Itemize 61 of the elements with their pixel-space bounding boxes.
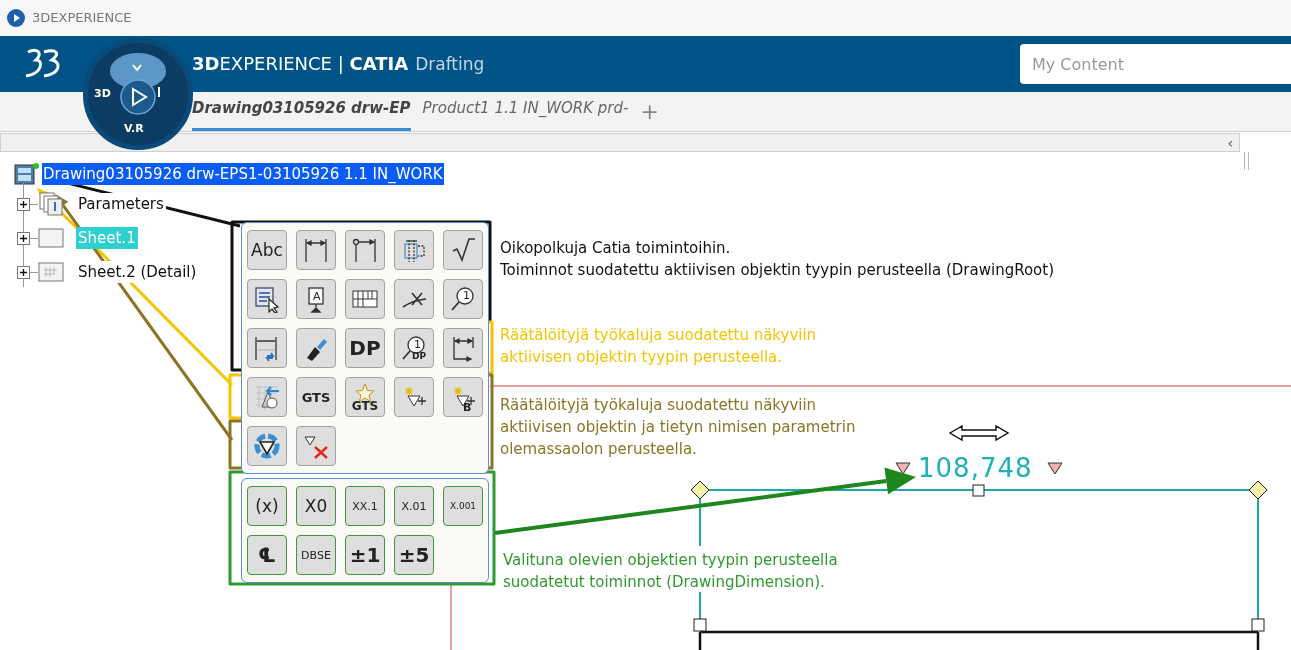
compass-label: V.R (124, 121, 144, 137)
dimension-origin-icon (351, 236, 379, 264)
dimension-origin-tool-button[interactable] (345, 230, 385, 270)
callout-text: Valituna olevien objektien tyypin perusteella suodatetut toiminnot (DrawingDimension). (503, 550, 838, 593)
paintbrush-tool-button[interactable] (296, 328, 336, 368)
expand-icon[interactable] (17, 231, 30, 245)
callout-text: Räätälöityjä työkaluja suodatettu näkyviin aktiivisen objektin tyypin perusteella. (500, 325, 817, 368)
app-name: Drafting (415, 53, 485, 77)
tool-button[interactable]: X.001 (443, 486, 483, 526)
dimension-link-tool-button[interactable] (247, 328, 287, 368)
weld-tool-button[interactable] (394, 279, 434, 319)
search-field[interactable]: My Content (1020, 44, 1291, 84)
tool-button[interactable]: GTS (296, 377, 336, 417)
tool-button[interactable]: X0 (296, 486, 336, 526)
tool-button[interactable]: ±1 (345, 535, 385, 575)
callout-text: Oikopolkuja Catia toimintoihin. Toiminnot suodatettu aktiivisen objektin tyypin perusteella (DrawingRoot) (500, 238, 1055, 281)
tool-button[interactable]: X.01 (394, 486, 434, 526)
tree-item[interactable]: Sheet.2 (Detail) (76, 260, 199, 284)
collapse-button[interactable]: ‹ (1227, 134, 1233, 151)
dimension-tool-button[interactable] (296, 230, 336, 270)
table-tool-button[interactable] (345, 279, 385, 319)
table-dimension-tool-button[interactable] (394, 230, 434, 270)
list-cursor-icon (253, 285, 281, 313)
datum-plus-tool-button[interactable]: B (443, 377, 483, 417)
corner-dimension-tool-button[interactable] (443, 328, 483, 368)
detail-sheet-icon (38, 262, 64, 282)
datum-plus-tool-button[interactable] (394, 377, 434, 417)
app-icon (6, 8, 26, 28)
drawing-root-icon (14, 162, 40, 186)
expand-icon[interactable] (17, 265, 30, 279)
balloon-icon (449, 285, 477, 313)
tool-button[interactable]: XX.1 (345, 486, 385, 526)
callout-text: Räätälöityjä työkaluja suodatettu näkyviin aktiivisen objektin ja tietyn nimisen parametrin olemassaolon perusteella. (500, 395, 856, 460)
balloon-icon (400, 334, 428, 362)
tool-button[interactable]: DP (345, 328, 385, 368)
datum-cycle-tool-button[interactable] (247, 426, 287, 466)
balloon-tool-button[interactable]: 1 (443, 279, 483, 319)
datum-delete-tool-button[interactable] (296, 426, 336, 466)
dimension-icon (302, 236, 330, 264)
grid-shapes-icon (253, 383, 281, 411)
document-tab[interactable]: Product1 1.1 IN_WORK prd- (422, 95, 629, 131)
tool-button[interactable]: Abc (247, 230, 287, 270)
text-board-tool-button[interactable]: A (296, 279, 336, 319)
tool-button[interactable]: ℄ (247, 535, 287, 575)
list-cursor-tool-button[interactable] (247, 279, 287, 319)
tool-button[interactable]: ±5 (394, 535, 434, 575)
expand-icon[interactable] (17, 197, 30, 211)
tool-button[interactable]: (x) (247, 486, 287, 526)
grid-shapes-tool-button[interactable] (247, 377, 287, 417)
tool-button[interactable]: DBSE (296, 535, 336, 575)
check-tool-button[interactable] (443, 230, 483, 270)
move-arrows-icon (948, 424, 1010, 442)
compass-label: 3D (94, 86, 111, 102)
window-title: 3DEXPERIENCE (32, 9, 132, 28)
balloon-tool-button[interactable]: 1 DP (394, 328, 434, 368)
product-title: 3DEXPERIENCE | CATIA (192, 52, 409, 77)
parameters-icon (38, 192, 64, 216)
star-tool-button[interactable]: GTS (345, 377, 385, 417)
sheet-icon (38, 228, 64, 248)
tree-item[interactable]: Drawing03105926 drw-EPS1-03105926 1.1 IN_WORK (42, 162, 444, 186)
datum-cycle-icon (253, 432, 281, 460)
